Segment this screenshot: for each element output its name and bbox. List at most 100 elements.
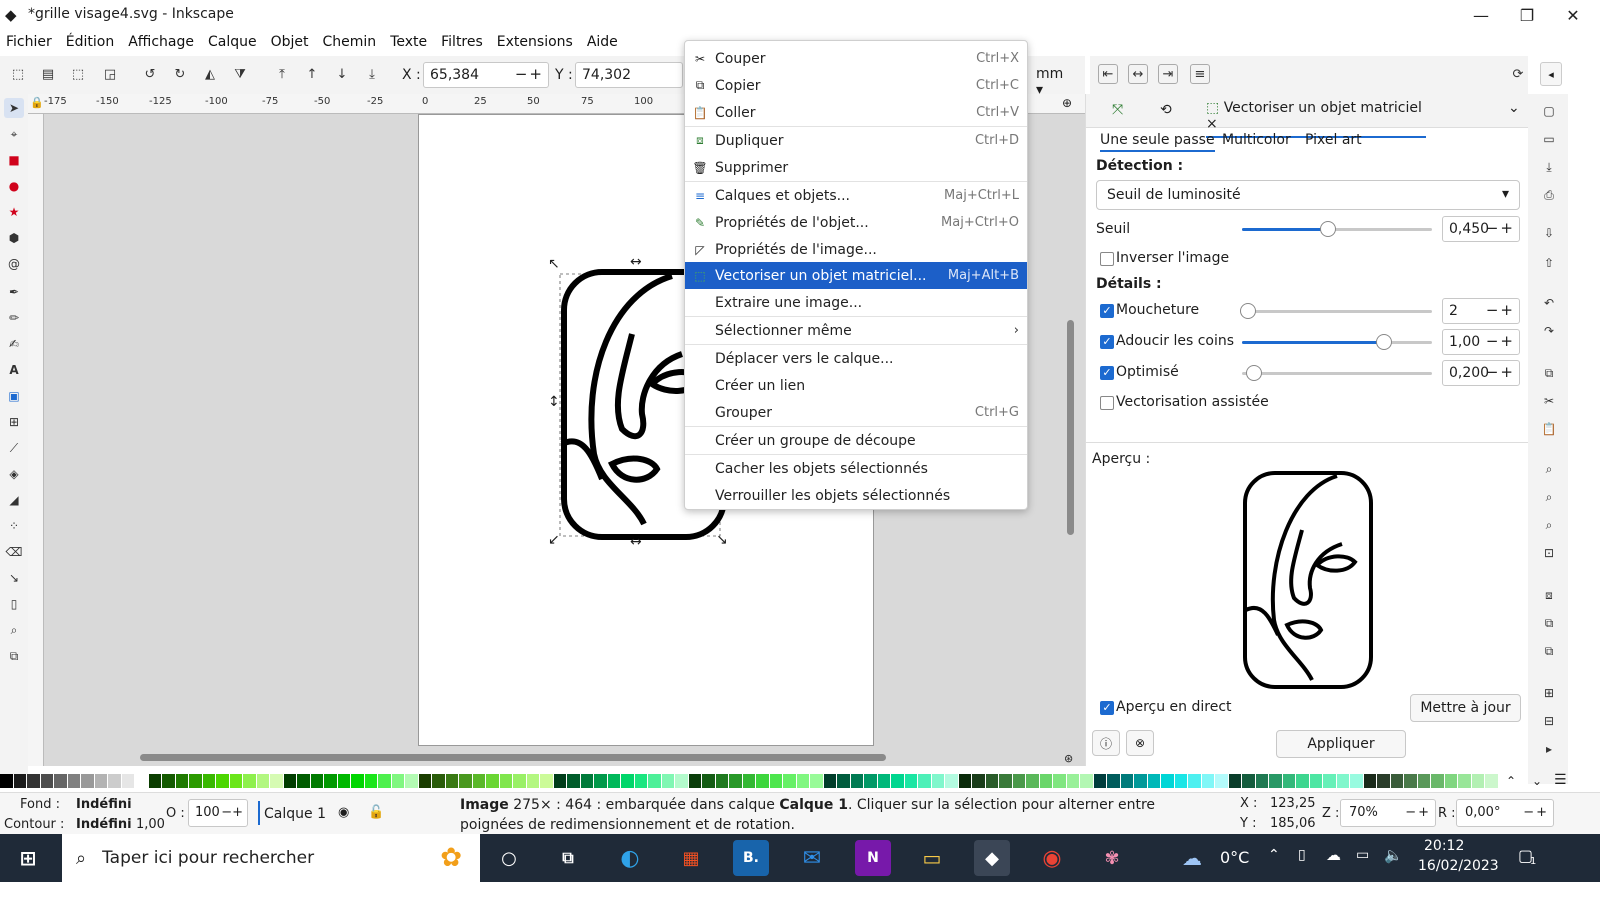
unlink-clone-icon[interactable]: ⧉ <box>1540 642 1558 660</box>
palette-swatch[interactable] <box>715 774 728 788</box>
palette-swatch[interactable] <box>648 774 661 788</box>
clone-icon[interactable]: ⧉ <box>1540 614 1558 632</box>
optimise-checkbox[interactable]: ✓ <box>1100 366 1114 380</box>
palette-swatch[interactable] <box>877 774 890 788</box>
menu-item-extraire-image[interactable]: Extraire une image... <box>685 289 1027 316</box>
node-tool-icon[interactable]: ⌖ <box>4 124 24 144</box>
zoom-tool-icon[interactable]: ⌕ <box>4 620 24 640</box>
zoom-width-icon[interactable]: ⊡ <box>1540 544 1558 562</box>
palette-swatch[interactable] <box>148 774 161 788</box>
palette-swatch[interactable] <box>94 774 107 788</box>
open-icon[interactable]: ▭ <box>1540 130 1558 148</box>
palette-swatch[interactable] <box>121 774 134 788</box>
lower-icon[interactable]: ↓ <box>332 64 352 84</box>
tab-close-icon[interactable]: × <box>1206 116 1218 132</box>
paint-bucket-tool-icon[interactable]: ◈ <box>4 464 24 484</box>
export-icon[interactable]: ⇧ <box>1540 254 1558 272</box>
palette-swatch[interactable] <box>1093 774 1106 788</box>
palette-swatch[interactable] <box>418 774 431 788</box>
menu-item-cacher[interactable]: Cacher les objets sélectionnés <box>685 455 1027 482</box>
menu-chemin[interactable]: Chemin <box>323 34 377 50</box>
palette-swatch[interactable] <box>756 774 769 788</box>
stroke-width[interactable]: 1,00 <box>136 817 165 832</box>
palette-swatch[interactable] <box>1377 774 1390 788</box>
palette-swatch[interactable] <box>1147 774 1160 788</box>
rotate-handle-icon[interactable]: ↖ <box>548 256 560 272</box>
eye-icon[interactable]: ◉ <box>338 805 349 820</box>
info-icon[interactable]: ⓘ <box>1092 730 1120 756</box>
palette-swatch[interactable] <box>1336 774 1349 788</box>
mail-icon[interactable]: ✉ <box>794 840 830 876</box>
pages-tool-icon[interactable]: ▯ <box>4 594 24 614</box>
stepper-icon[interactable]: −+ <box>1523 805 1549 820</box>
detection-select[interactable]: Seuil de luminosité ▾ <box>1096 180 1520 210</box>
transform-icon[interactable]: ⤧ <box>1112 102 1123 118</box>
inkscape-taskbar-icon[interactable]: ◆ <box>974 840 1010 876</box>
menu-item-proprietes-image[interactable]: ◸ Propriétés de l'image... <box>685 236 1027 263</box>
palette-swatch[interactable] <box>1174 774 1187 788</box>
palette-swatch[interactable] <box>459 774 472 788</box>
zoom-drawing-icon[interactable]: ⌕ <box>1540 488 1558 506</box>
onedrive-icon[interactable]: ☁ <box>1326 846 1341 864</box>
skew-handle-icon[interactable]: ↕ <box>548 394 560 410</box>
deselect-icon[interactable]: ⬚ <box>68 64 88 84</box>
palette-swatch[interactable] <box>1242 774 1255 788</box>
subtab-pixel-art[interactable]: Pixel art <box>1305 132 1362 148</box>
slider-knob[interactable] <box>1246 365 1262 381</box>
tray-chevron-icon[interactable]: ⌃ <box>1268 847 1280 863</box>
palette-swatch[interactable] <box>1323 774 1336 788</box>
rotate-handle-icon[interactable]: ↘ <box>716 532 728 548</box>
rotate-handle-icon[interactable]: ↙ <box>548 532 560 548</box>
palette-swatch[interactable] <box>270 774 283 788</box>
palette-menu-icon[interactable]: ☰ <box>1554 772 1567 788</box>
more-icon[interactable]: ▸ <box>1540 740 1558 758</box>
moucheture-input[interactable]: 2 −+ <box>1442 298 1520 324</box>
lock-icon[interactable]: 🔓 <box>368 805 384 820</box>
zoom-page-icon[interactable]: ⌕ <box>1540 516 1558 534</box>
menu-item-couper[interactable]: ✂ Couper Ctrl+X <box>685 45 1027 72</box>
adoucir-input[interactable]: 1,00 −+ <box>1442 329 1520 355</box>
palette-swatch[interactable] <box>810 774 823 788</box>
palette-swatch[interactable] <box>0 774 13 788</box>
menu-item-vectoriser[interactable]: ⬚ Vectoriser un objet matriciel... Maj+Alt… <box>685 262 1027 289</box>
opacity-input[interactable]: 100 −+ <box>188 799 248 827</box>
palette-scroll-up-icon[interactable]: ⌃ <box>1506 774 1516 788</box>
selector-tool-icon[interactable]: ➤ <box>4 98 24 118</box>
zoom-input[interactable]: 70% −+ <box>1340 799 1436 827</box>
palette-swatch[interactable] <box>1269 774 1282 788</box>
palette-swatch[interactable] <box>391 774 404 788</box>
align-center-icon[interactable]: ↔ <box>1128 64 1148 84</box>
subtab-multicolor[interactable]: Multicolor <box>1222 132 1291 148</box>
task-view-icon[interactable]: ⧉ <box>550 840 586 876</box>
palette-swatch[interactable] <box>1012 774 1025 788</box>
menu-filtres[interactable]: Filtres <box>441 34 483 50</box>
clock-time[interactable]: 20:12 <box>1424 838 1464 854</box>
menu-item-verrouiller[interactable]: Verrouiller les objets sélectionnés <box>685 482 1027 509</box>
palette-swatch[interactable] <box>769 774 782 788</box>
palette-swatch[interactable] <box>486 774 499 788</box>
palette-swatch[interactable] <box>688 774 701 788</box>
layer-select[interactable]: Calque 1 <box>264 806 326 822</box>
ungroup-icon[interactable]: ⊟ <box>1540 712 1558 730</box>
menu-item-dupliquer[interactable]: ⧈ Dupliquer Ctrl+D <box>685 127 1027 154</box>
palette-swatch[interactable] <box>931 774 944 788</box>
palette-swatch[interactable] <box>1282 774 1295 788</box>
palette-swatch[interactable] <box>1458 774 1471 788</box>
tweak-tool-icon[interactable]: ◢ <box>4 490 24 510</box>
palette-swatch[interactable] <box>135 774 148 788</box>
cancel-icon[interactable]: ⊗ <box>1126 730 1154 756</box>
onenote-icon[interactable]: N <box>855 840 891 876</box>
x-stepper-icon[interactable]: −+ <box>515 65 544 83</box>
gradient-tool-icon[interactable]: ▣ <box>4 386 24 406</box>
palette-swatch[interactable] <box>607 774 620 788</box>
palette-swatch[interactable] <box>661 774 674 788</box>
palette-swatch[interactable] <box>54 774 67 788</box>
mesh-tool-icon[interactable]: ⊞ <box>4 412 24 432</box>
lock-guides-icon[interactable]: 🔒 <box>30 96 44 109</box>
distribute-icon[interactable]: ≡ <box>1190 64 1210 84</box>
taskbar-search[interactable]: ⌕ Taper ici pour rechercher ✿ <box>62 834 480 882</box>
stepper-icon[interactable]: −+ <box>221 805 243 820</box>
palette-swatch[interactable] <box>594 774 607 788</box>
menu-item-coller[interactable]: 📋 Coller Ctrl+V <box>685 99 1027 126</box>
subtab-single-pass[interactable]: Une seule passe <box>1100 132 1215 152</box>
